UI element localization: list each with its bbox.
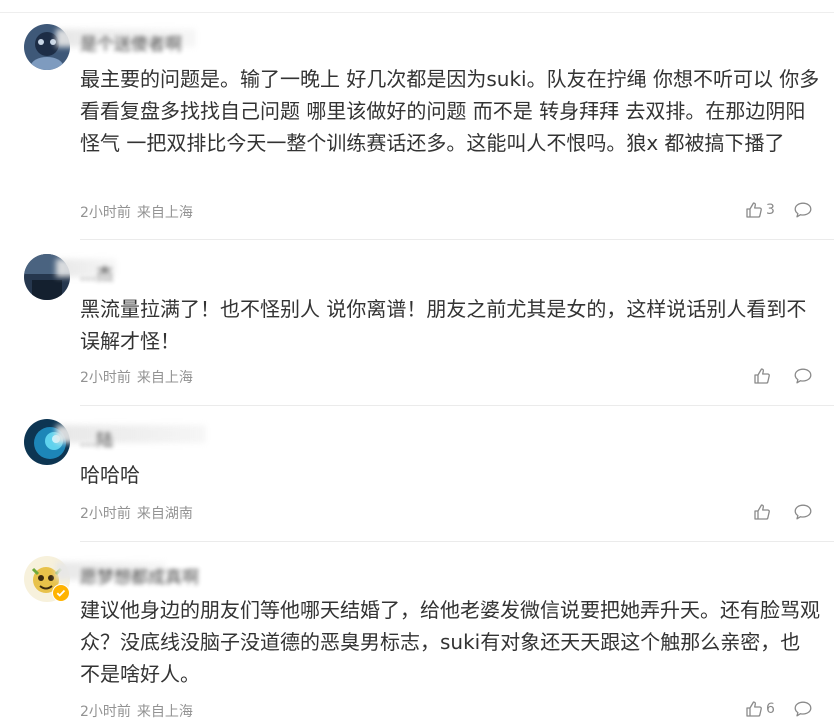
thumbs-up-icon [745, 201, 763, 219]
comment-bubble-icon [794, 368, 812, 384]
verified-badge [52, 584, 70, 602]
comment-meta: 2小时前 来自上海 [80, 367, 193, 387]
like-count: 3 [766, 202, 775, 218]
reply-button[interactable] [794, 504, 812, 520]
comment-divider [80, 405, 834, 406]
thumbs-up-icon [753, 503, 771, 521]
top-divider [0, 12, 834, 13]
comment-meta: 2小时前 来自上海 [80, 701, 193, 721]
thumbs-up-icon [745, 700, 763, 718]
comment-time: 2小时前 [80, 506, 131, 522]
comment-divider [80, 239, 834, 240]
reply-button[interactable] [794, 368, 812, 384]
like-button[interactable]: 3 [745, 201, 775, 219]
comment-text: 黑流量拉满了！也不怪别人 说你离谱！朋友之前尤其是女的，这样说话别人看到不误解才… [80, 297, 807, 353]
comment-divider [80, 541, 834, 542]
username[interactable]: 是个送傻者啊 [80, 30, 182, 55]
like-button[interactable] [753, 367, 774, 385]
comment-text: 最主要的问题是。输了一晚上 好几次都是因为suki。队友在拧绳 你想不听可以 你… [80, 67, 820, 155]
comment-bubble-icon [794, 504, 812, 520]
verified-check-icon [56, 589, 66, 597]
like-button[interactable] [753, 503, 774, 521]
comment-meta: 2小时前 来自湖南 [80, 503, 193, 523]
comment-text: 建议他身边的朋友们等他哪天结婚了，给他老婆发微信说要把她弄升天。还有脸骂观众？没… [80, 598, 820, 686]
username-blur-mask [56, 425, 206, 443]
username[interactable]: 愿梦想都成真啊 [80, 563, 199, 588]
reply-button[interactable] [794, 202, 812, 218]
comment-text: 哈哈哈 [80, 463, 140, 487]
like-button[interactable]: 6 [745, 700, 775, 718]
comment-bubble-icon [794, 701, 812, 717]
comment-time: 2小时前 [80, 205, 131, 221]
comment-location: 来自上海 [136, 704, 193, 720]
comment-time: 2小时前 [80, 370, 131, 386]
comment-location: 来自上海 [136, 370, 193, 386]
comment-bubble-icon [794, 202, 812, 218]
comment-time: 2小时前 [80, 704, 131, 720]
like-count: 6 [766, 701, 775, 717]
username[interactable]: ...陆 [80, 426, 113, 451]
reply-button[interactable] [794, 701, 812, 717]
comment-location: 来自上海 [136, 205, 193, 221]
username[interactable]: ...杰 [80, 260, 113, 285]
comment-location: 来自湖南 [136, 506, 193, 522]
thumbs-up-icon [753, 367, 771, 385]
comment-meta: 2小时前 来自上海 [80, 202, 193, 222]
